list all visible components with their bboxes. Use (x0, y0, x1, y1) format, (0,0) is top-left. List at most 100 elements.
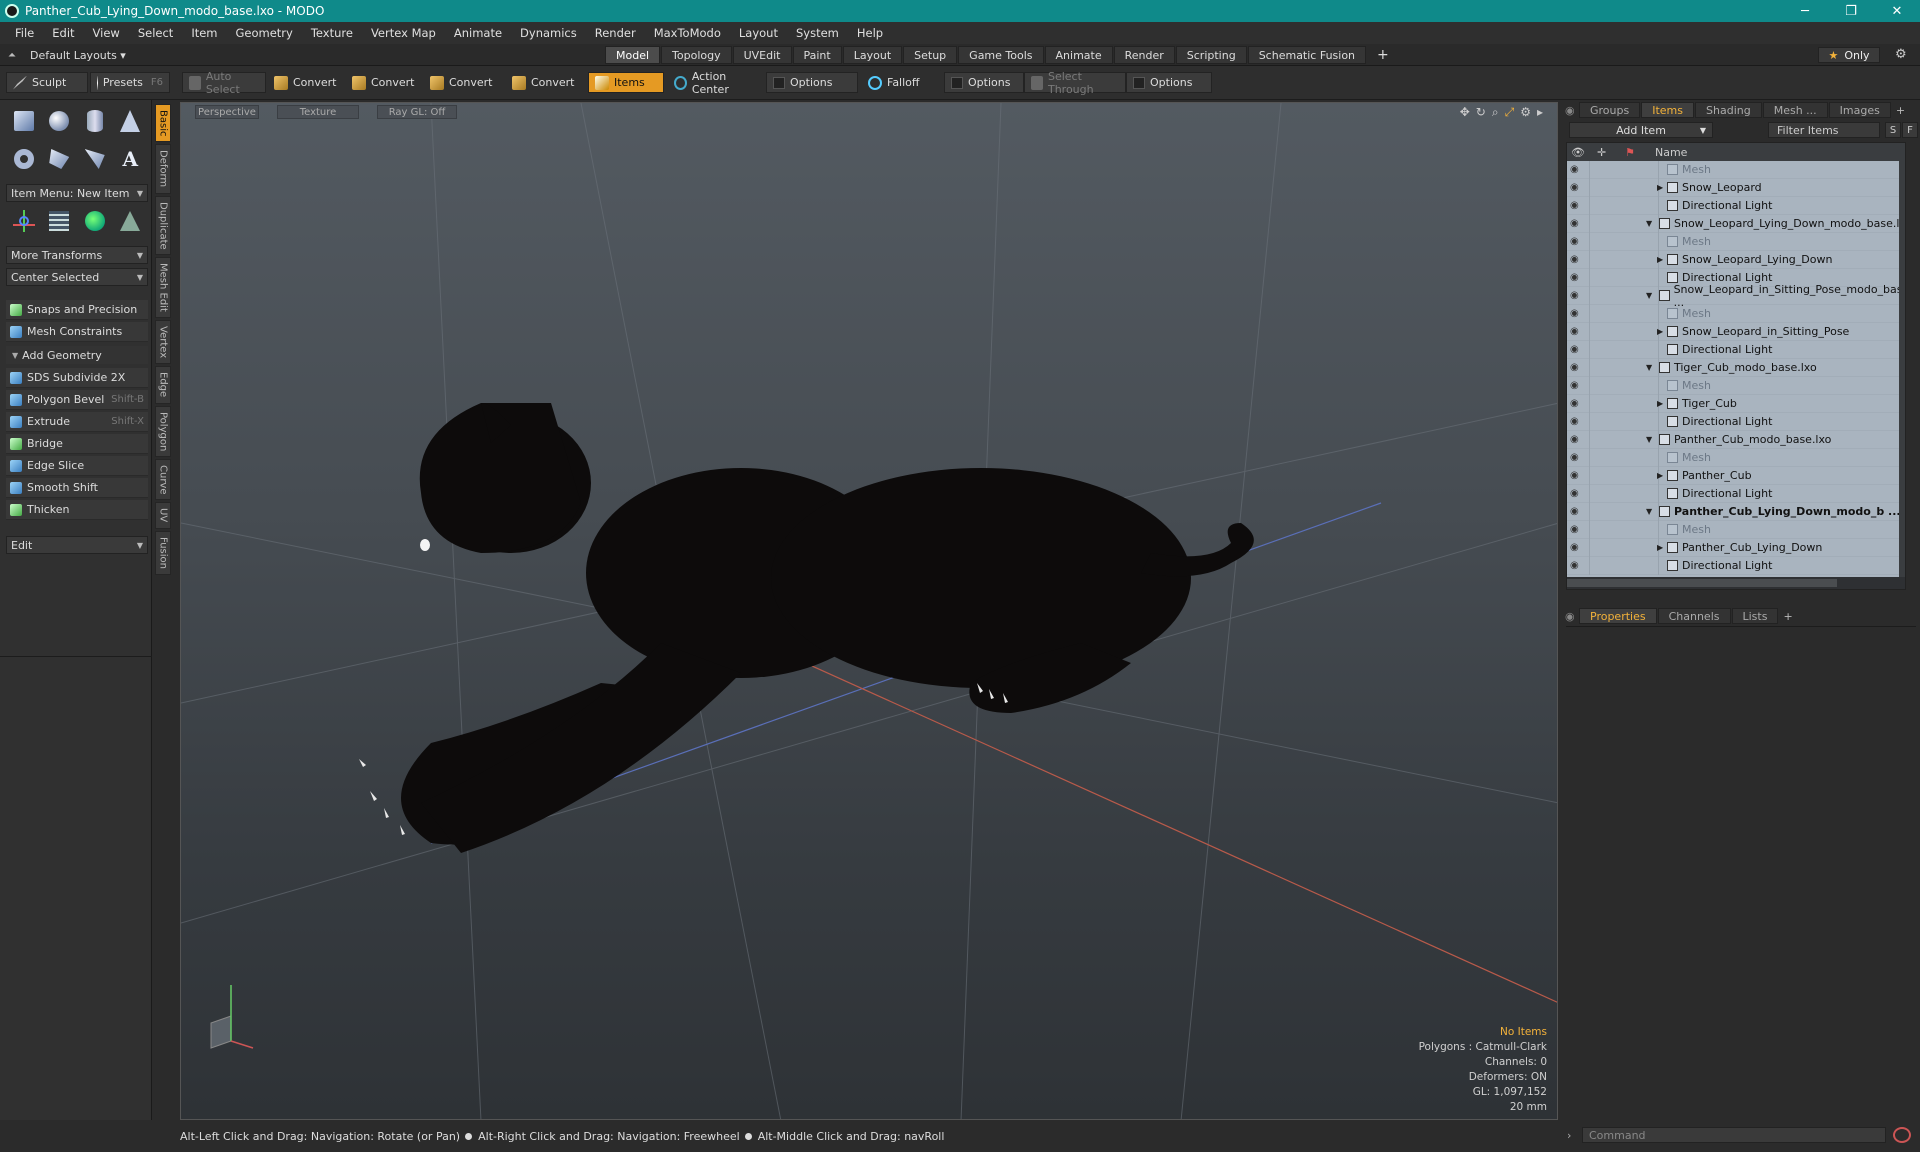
mesh-constraints-button[interactable]: Mesh Constraints (6, 322, 148, 342)
restore-button[interactable]: ❐ (1828, 0, 1874, 22)
tab-model[interactable]: Model (605, 46, 661, 64)
expand-right-icon[interactable]: ▶ (1657, 255, 1663, 264)
expand-right-icon[interactable]: ▶ (1657, 327, 1663, 336)
tree-row[interactable]: ◉ ▶ Snow_Leopard (1567, 178, 1905, 197)
menu-system[interactable]: System (787, 26, 848, 40)
visibility-eye-icon[interactable]: ◉ (1570, 560, 1584, 571)
action-center-button[interactable]: Action Center (668, 70, 764, 96)
expand-right-icon[interactable]: ▶ (1657, 399, 1663, 408)
menu-select[interactable]: Select (129, 26, 182, 40)
tree-row[interactable]: ◉ Mesh (1567, 376, 1905, 395)
grid-tool-icon[interactable] (46, 208, 72, 234)
visibility-eye-icon[interactable]: ◉ (1570, 344, 1584, 355)
menu-file[interactable]: File (6, 26, 43, 40)
vtab-edge[interactable]: Edge (155, 366, 171, 404)
panel-options-icon[interactable]: ◉ (1565, 104, 1577, 117)
visibility-eye-icon[interactable]: ◉ (1570, 488, 1584, 499)
smooth-shift-button[interactable]: Smooth Shift (6, 478, 148, 498)
vtab-deform[interactable]: Deform (155, 144, 171, 194)
viewport-menu-icon[interactable]: ▸ (1537, 105, 1543, 120)
menu-layout[interactable]: Layout (730, 26, 787, 40)
falloff-options-button[interactable]: Options (944, 72, 1024, 93)
rotate-icon[interactable]: ↻ (1476, 105, 1486, 120)
filter-f-button[interactable]: F (1902, 122, 1918, 138)
tab-channels[interactable]: Channels (1657, 608, 1731, 624)
cylinder-primitive-icon[interactable] (82, 108, 108, 134)
auto-select-button[interactable]: Auto Select (182, 70, 266, 96)
properties-options-icon[interactable]: ◉ (1565, 610, 1577, 623)
only-button[interactable]: ★ Only (1818, 47, 1880, 63)
cone-primitive-icon[interactable] (117, 108, 143, 134)
more-transforms-dropdown[interactable]: More Transforms ▼ (6, 246, 148, 264)
tree-row[interactable]: ◉ ▶ Snow_Leopard_Lying_Down (1567, 250, 1905, 269)
expand-right-icon[interactable]: ▶ (1657, 543, 1663, 552)
command-expand-icon[interactable]: › (1567, 1129, 1571, 1142)
3d-viewport[interactable]: Perspective Texture Ray GL: Off ✥ ↻ ⌕ ⤢ … (180, 102, 1558, 1120)
filter-items-input[interactable]: Filter Items (1768, 122, 1880, 138)
convert-items-button[interactable]: Convert (506, 72, 586, 93)
torus-primitive-icon[interactable] (11, 146, 37, 172)
tab-shading[interactable]: Shading (1695, 102, 1762, 118)
tree-row[interactable]: ◉ ▼ Panther_Cub_modo_base.lxo (1567, 430, 1905, 449)
expand-down-icon[interactable]: ▼ (1646, 363, 1652, 372)
visibility-eye-icon[interactable]: ◉ (1570, 200, 1584, 211)
extrude-button[interactable]: Extrude Shift-X (6, 412, 148, 432)
visibility-eye-icon[interactable]: ◉ (1570, 254, 1584, 265)
viewport-gear-icon[interactable]: ⚙ (1520, 105, 1531, 120)
tab-setup[interactable]: Setup (903, 46, 958, 64)
globe-tool-icon[interactable] (82, 208, 108, 234)
sculpt-button[interactable]: Sculpt (6, 72, 88, 93)
visibility-eye-icon[interactable]: ◉ (1570, 524, 1584, 535)
visibility-eye-icon[interactable]: ◉ (1570, 236, 1584, 247)
edit-dropdown[interactable]: Edit ▼ (6, 536, 148, 554)
minimize-button[interactable]: ─ (1782, 0, 1828, 22)
tree-horizontal-scrollbar[interactable] (1567, 577, 1905, 589)
name-column-header[interactable]: Name (1655, 146, 1687, 159)
tab-lists[interactable]: Lists (1731, 608, 1779, 624)
visibility-eye-icon[interactable]: ◉ (1570, 398, 1584, 409)
polygon-bevel-button[interactable]: Polygon Bevel Shift-B (6, 390, 148, 410)
visibility-eye-icon[interactable]: ◉ (1570, 182, 1584, 193)
capsule-tool-icon[interactable] (46, 146, 72, 172)
menu-texture[interactable]: Texture (302, 26, 362, 40)
tab-properties[interactable]: Properties (1579, 608, 1657, 624)
visibility-eye-icon[interactable]: ◉ (1570, 506, 1584, 517)
tree-row[interactable]: ◉ Mesh (1567, 304, 1905, 323)
vtab-curve[interactable]: Curve (155, 458, 171, 501)
tree-row[interactable]: ◉ Directional Light (1567, 412, 1905, 431)
expand-down-icon[interactable]: ▼ (1646, 291, 1652, 300)
expand-right-icon[interactable]: ▶ (1657, 183, 1663, 192)
visibility-eye-icon[interactable]: ◉ (1570, 470, 1584, 481)
visibility-eye-icon[interactable]: ◉ (1570, 308, 1584, 319)
transform-axis-icon[interactable] (11, 208, 37, 234)
tab-paint[interactable]: Paint (792, 46, 842, 64)
menu-vertex-map[interactable]: Vertex Map (362, 26, 445, 40)
vtab-duplicate[interactable]: Duplicate (155, 195, 171, 256)
visibility-eye-icon[interactable]: ◉ (1570, 380, 1584, 391)
text-tool-icon[interactable]: A (117, 146, 143, 172)
tree-row[interactable]: ◉ Mesh (1567, 448, 1905, 467)
visibility-eye-icon[interactable]: ◉ (1570, 290, 1584, 301)
vtab-polygon[interactable]: Polygon (155, 405, 171, 457)
add-tab-button[interactable]: + (1367, 46, 1399, 64)
expand-down-icon[interactable]: ▼ (1646, 507, 1652, 516)
tab-scripting[interactable]: Scripting (1175, 46, 1247, 64)
tab-mesh[interactable]: Mesh ... (1762, 102, 1828, 118)
item-list-tree[interactable]: 👁 ✛ ⚑ Name ◉ Mesh ◉ ▶ Snow_Leopard ◉ Direction… (1566, 142, 1906, 590)
bridge-button[interactable]: Bridge (6, 434, 148, 454)
visibility-eye-icon[interactable]: ◉ (1570, 362, 1584, 373)
sphere-primitive-icon[interactable] (46, 108, 72, 134)
tab-schematic-fusion[interactable]: Schematic Fusion (1247, 46, 1367, 64)
menu-geometry[interactable]: Geometry (227, 26, 302, 40)
expand-down-icon[interactable]: ▼ (1646, 219, 1652, 228)
tab-items[interactable]: Items (1641, 102, 1695, 118)
tree-row[interactable]: ◉ Mesh (1567, 232, 1905, 251)
pen-tool-icon[interactable] (82, 146, 108, 172)
menu-dynamics[interactable]: Dynamics (511, 26, 586, 40)
tab-animate[interactable]: Animate (1044, 46, 1113, 64)
vtab-vertex[interactable]: Vertex (155, 320, 171, 365)
tree-row[interactable]: ◉ ▼ Snow_Leopard_Lying_Down_modo_base.lxo (1567, 214, 1905, 233)
add-panel-tab-button[interactable]: + (1896, 104, 1905, 117)
visibility-eye-icon[interactable]: ◉ (1570, 452, 1584, 463)
gear-icon[interactable]: ⚙ (1895, 47, 1907, 62)
